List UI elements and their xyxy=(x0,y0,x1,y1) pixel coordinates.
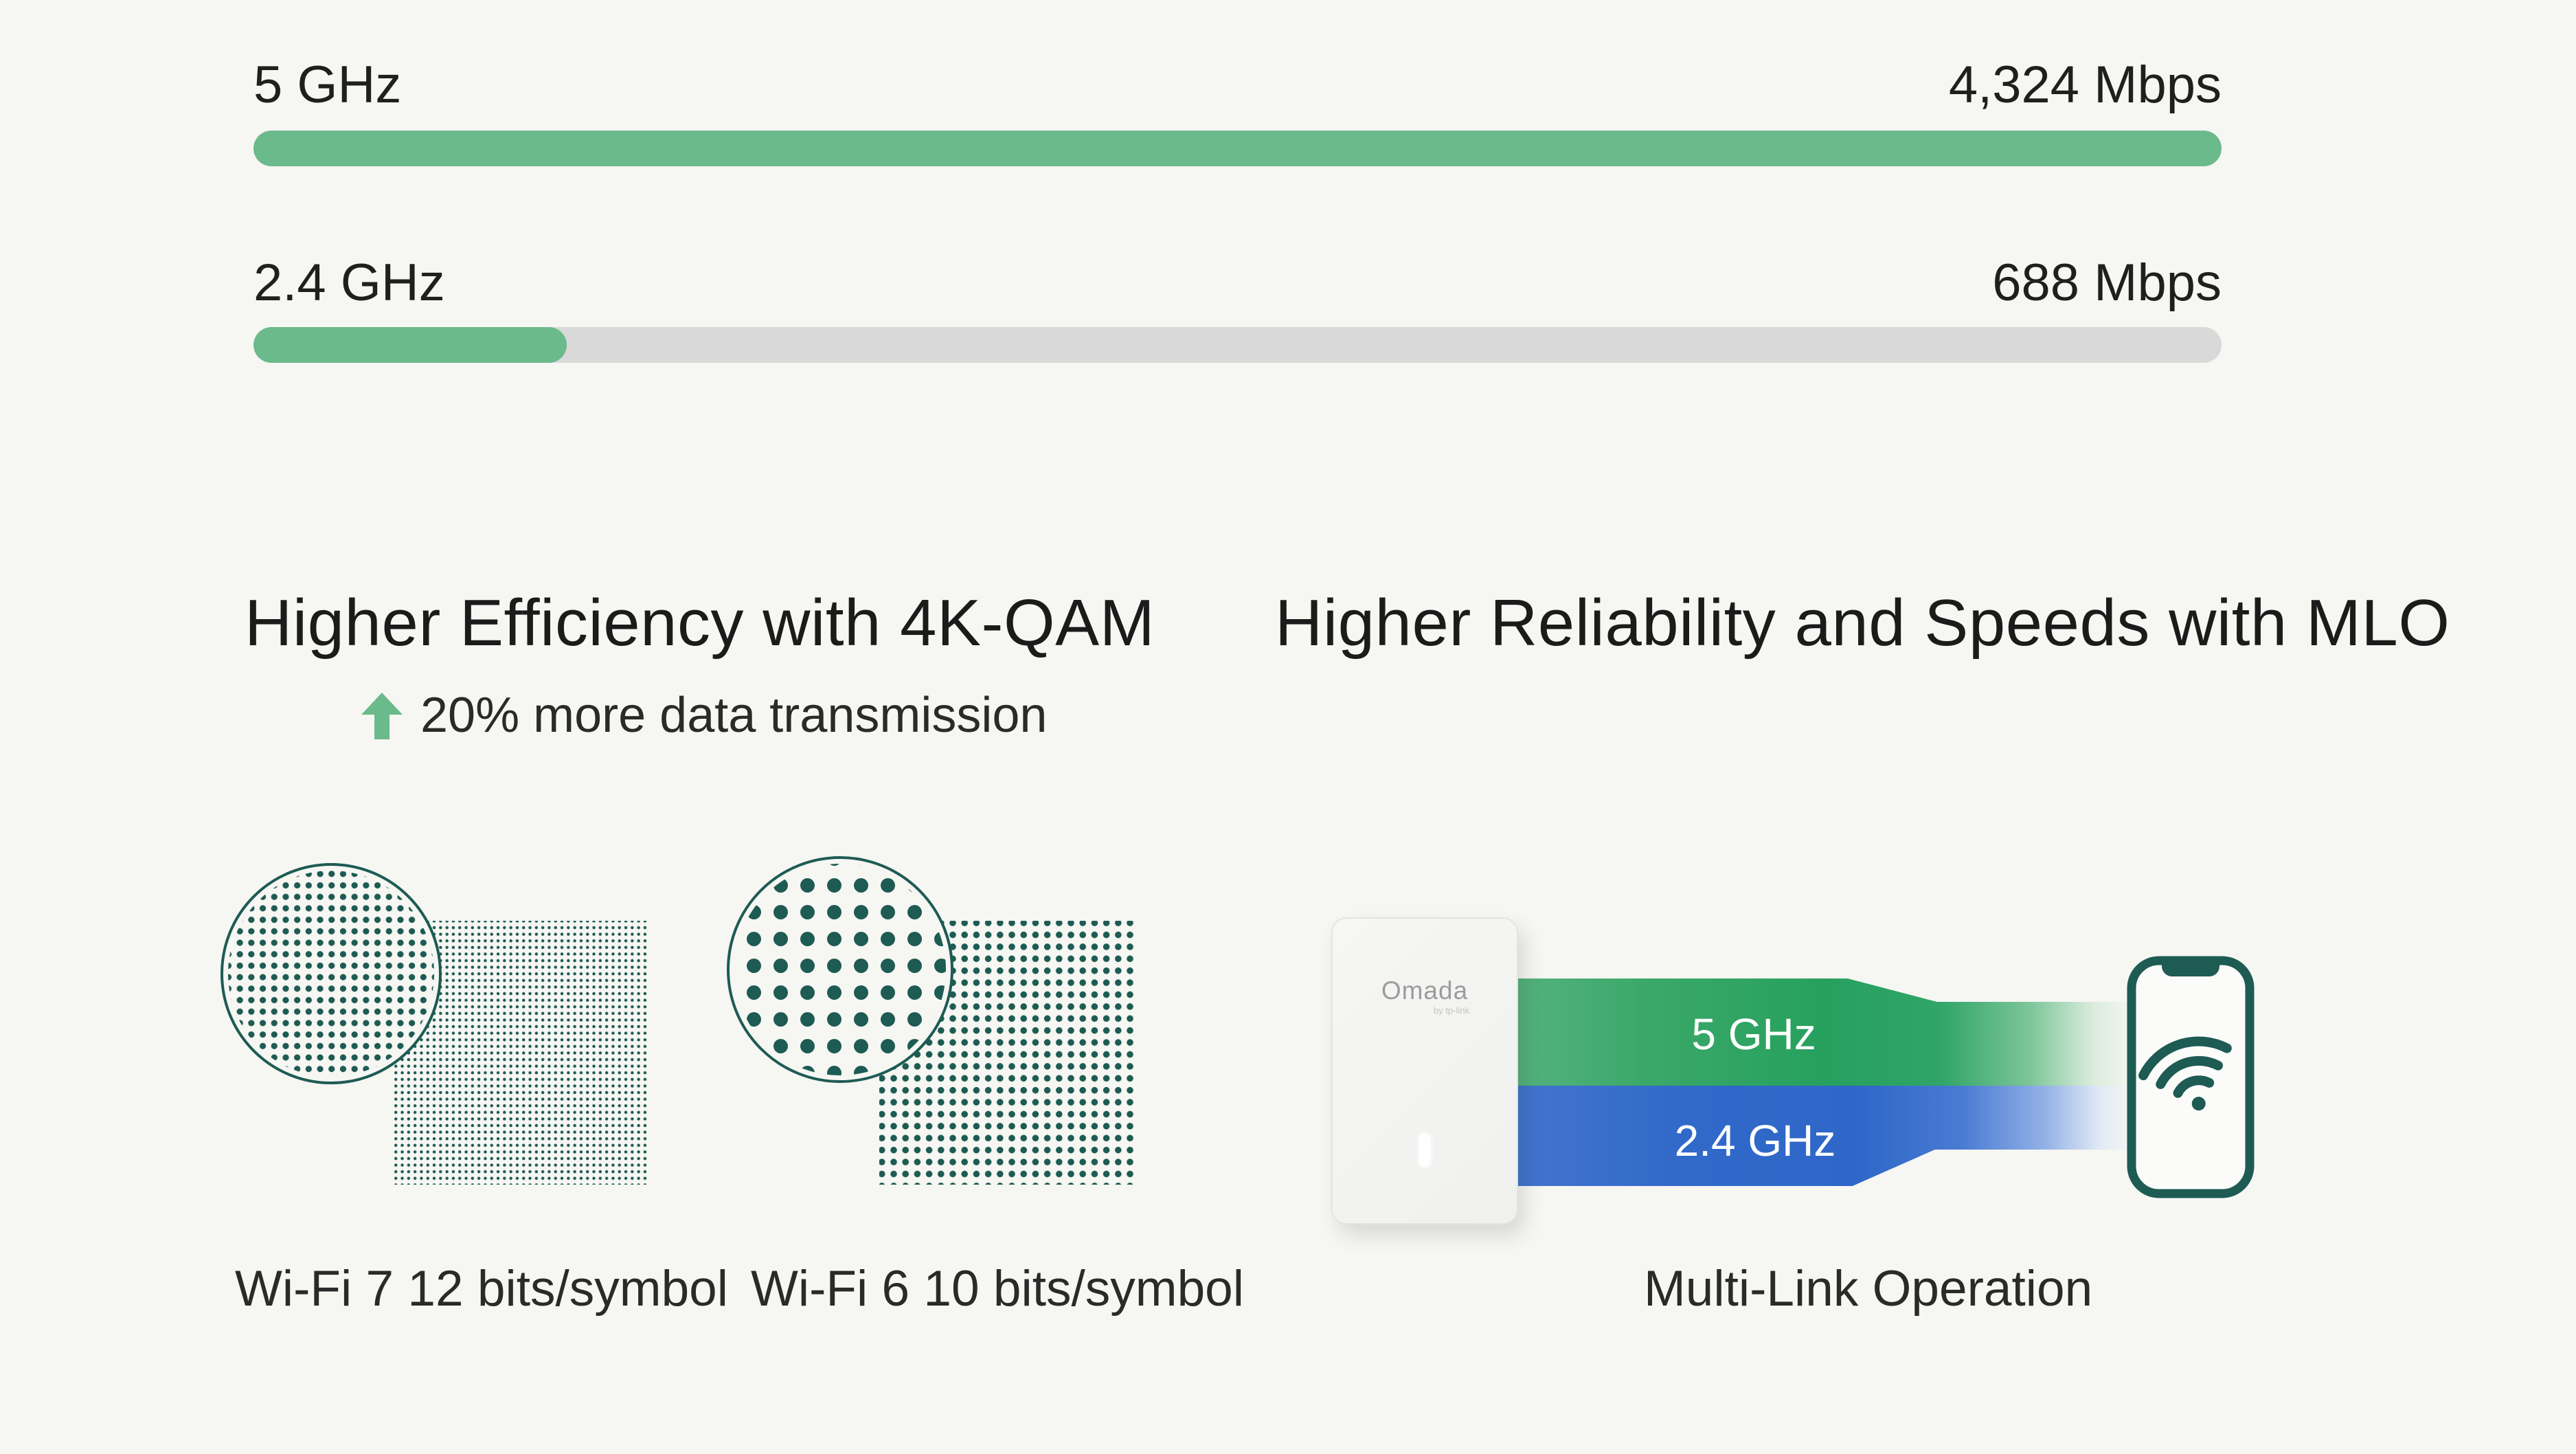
mlo-caption: Multi-Link Operation xyxy=(1644,1262,2056,1317)
wifi6-magnified-dots xyxy=(734,864,946,1075)
wifi6-constellation-diagram xyxy=(687,845,1168,1278)
band-5ghz-value: 4,324 Mbps xyxy=(1949,58,2222,113)
mlo-band-5ghz-label: 5 GHz xyxy=(1691,1012,1816,1056)
smartphone-icon xyxy=(2114,951,2272,1212)
band-5ghz-label: 5 GHz xyxy=(253,58,401,113)
speed-bar-24ghz-fill xyxy=(253,327,567,363)
speed-bar-5ghz-fill xyxy=(253,131,2222,166)
band-24ghz-value: 688 Mbps xyxy=(1992,256,2222,311)
omada-logo: Omada xyxy=(1333,976,1517,1005)
mlo-band-5ghz: 5 GHz xyxy=(1443,978,2135,1086)
omada-sublogo: by tp-link xyxy=(1380,1005,1469,1016)
mlo-section-heading: Higher Reliability and Speeds with MLO xyxy=(1275,585,2450,661)
qam-benefit-text: 20% more data transmission xyxy=(420,689,1047,743)
wifi7-constellation-diagram xyxy=(188,845,669,1278)
up-arrow-icon xyxy=(361,693,403,739)
device-led-indicator xyxy=(1419,1133,1431,1167)
wifi7-magnified-dots xyxy=(228,871,434,1077)
speed-row-5ghz-labels: 5 GHz 4,324 Mbps xyxy=(253,58,2222,113)
qam-section-heading: Higher Efficiency with 4K-QAM xyxy=(245,585,1155,661)
wifi7-caption: Wi-Fi 7 12 bits/symbol xyxy=(235,1262,647,1317)
speed-row-24ghz-labels: 2.4 GHz 688 Mbps xyxy=(253,256,2222,311)
speed-bar-24ghz-track xyxy=(253,327,2222,363)
access-point-device: Omada by tp-link xyxy=(1331,917,1518,1224)
band-24ghz-label: 2.4 GHz xyxy=(253,256,445,311)
mlo-band-24ghz: 2.4 GHz xyxy=(1443,1086,2135,1186)
phone-notch xyxy=(2162,960,2219,976)
mlo-band-24ghz-label: 2.4 GHz xyxy=(1675,1119,1836,1163)
speed-bar-5ghz-track xyxy=(253,131,2222,166)
wifi6-caption: Wi-Fi 6 10 bits/symbol xyxy=(751,1262,1163,1317)
